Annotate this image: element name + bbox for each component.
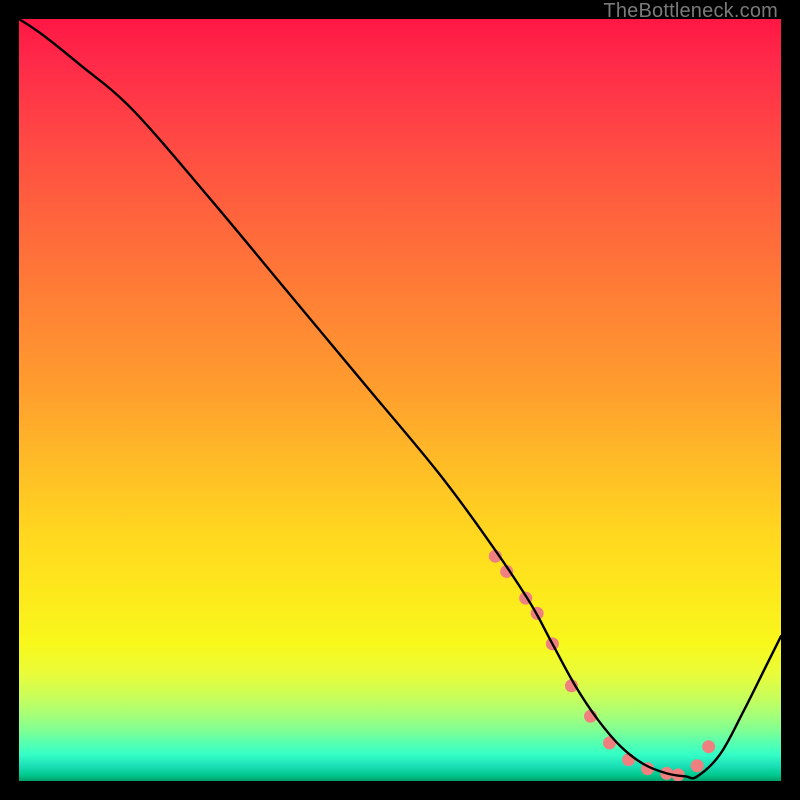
- curve-marker: [691, 759, 704, 772]
- plot-area: [19, 19, 781, 781]
- curve-markers: [489, 550, 715, 781]
- chart-frame: TheBottleneck.com: [0, 0, 800, 800]
- curve-line: [19, 19, 781, 778]
- curve-marker: [622, 753, 635, 766]
- curve-svg: [19, 19, 781, 781]
- curve-marker: [702, 740, 715, 753]
